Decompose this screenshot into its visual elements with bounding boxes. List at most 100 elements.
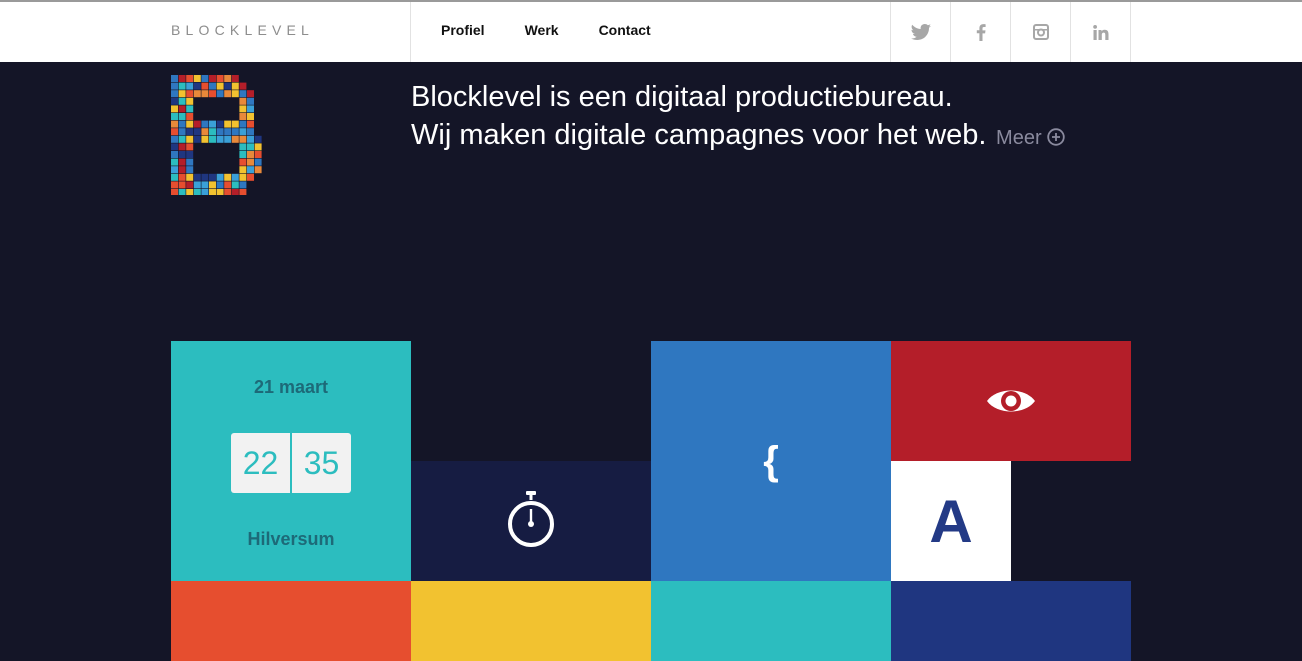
logo-pixel <box>171 166 178 174</box>
facebook-link[interactable] <box>951 2 1011 62</box>
logo-pixel <box>231 90 239 98</box>
logo-pixel <box>201 128 209 136</box>
eye-icon <box>987 390 1035 412</box>
nav-contact[interactable]: Contact <box>599 22 651 42</box>
logo-pixel <box>178 135 186 143</box>
logo-pixel <box>193 128 201 136</box>
logo-pixel <box>209 189 216 195</box>
logo-pixel <box>254 151 262 158</box>
blocklevel-pixel-logo[interactable] <box>171 75 263 195</box>
facebook-icon <box>976 23 986 41</box>
logo-pixel <box>178 113 186 120</box>
logo-pixel <box>239 158 247 166</box>
eye-tile[interactable] <box>891 341 1131 461</box>
logo-pixel <box>201 173 209 181</box>
indigo-tile[interactable] <box>891 581 1131 661</box>
logo-pixel <box>171 181 178 189</box>
logo-pixel <box>224 181 232 189</box>
date-time-tile[interactable]: 21 maart 22 35 Hilversum <box>171 341 411 581</box>
yellow-tile[interactable] <box>411 581 651 661</box>
intro-line-1: Blocklevel is een digitaal productiebure… <box>411 81 953 113</box>
logo-pixel <box>178 189 186 195</box>
intro-line-2-text: Wij maken digitale campagnes voor het we… <box>411 119 987 151</box>
logo-pixel <box>178 166 186 174</box>
logo-pixel <box>247 151 254 158</box>
logo-pixel <box>193 181 201 189</box>
logo-pixel <box>254 135 262 143</box>
logo-pixel <box>231 181 239 189</box>
logo-pixel <box>186 189 194 195</box>
logo-pixel <box>171 158 178 166</box>
logo-pixel <box>201 189 209 195</box>
logo-pixel <box>209 128 216 136</box>
logo-pixel <box>193 82 201 90</box>
logo-pixel <box>216 90 224 98</box>
logo-pixel <box>171 105 178 113</box>
orange-tile[interactable] <box>171 581 411 661</box>
code-tile[interactable]: { <box>651 341 891 581</box>
stopwatch-tile[interactable] <box>411 461 651 581</box>
logo-pixel <box>224 90 232 98</box>
logo-pixel <box>247 128 254 136</box>
logo-pixel <box>178 181 186 189</box>
logo-pixel <box>247 158 254 166</box>
logo-pixel <box>186 105 194 113</box>
logo-pixel <box>171 128 178 136</box>
logo-pixel <box>193 173 201 181</box>
logo-pixel <box>186 166 194 174</box>
code-brace-icon: { <box>763 439 779 483</box>
logo-pixel <box>201 75 209 82</box>
nav-werk[interactable]: Werk <box>525 22 559 42</box>
logo-pixel <box>178 97 186 105</box>
twitter-link[interactable] <box>891 2 951 62</box>
logo-pixel <box>186 181 194 189</box>
logo-pixel <box>178 158 186 166</box>
logo-pixel <box>201 135 209 143</box>
brand-wordmark[interactable]: BLOCKLEVEL <box>171 22 314 38</box>
plus-circle-icon <box>1047 128 1065 146</box>
typography-tile[interactable]: A <box>891 461 1011 581</box>
logo-pixel <box>171 151 178 158</box>
logo-pixel <box>231 75 239 82</box>
logo-pixel <box>186 120 194 128</box>
teal-tile[interactable] <box>651 581 891 661</box>
clock-minute: 35 <box>303 445 340 481</box>
logo-pixel <box>171 75 178 82</box>
logo-pixel <box>247 105 254 113</box>
logo-pixel <box>201 120 209 128</box>
more-label: Meer <box>996 127 1042 149</box>
logo-pixel <box>216 82 224 90</box>
logo-pixel <box>193 90 201 98</box>
logo-pixel <box>216 173 224 181</box>
logo-pixel <box>178 128 186 136</box>
linkedin-link[interactable] <box>1071 2 1131 62</box>
logo-pixel <box>178 120 186 128</box>
logo-pixel <box>209 120 216 128</box>
typography-letter: A <box>929 488 973 555</box>
logo-pixel <box>224 189 232 195</box>
logo-pixel <box>239 135 247 143</box>
logo-pixel <box>231 120 239 128</box>
logo-pixel <box>171 120 178 128</box>
logo-pixel <box>178 143 186 151</box>
logo-pixel <box>247 113 254 120</box>
logo-pixel <box>201 90 209 98</box>
instagram-link[interactable] <box>1011 2 1071 62</box>
logo-pixel <box>186 151 194 158</box>
logo-pixel <box>186 113 194 120</box>
logo-pixel <box>178 105 186 113</box>
logo-pixel <box>178 173 186 181</box>
city-label: Hilversum <box>247 529 335 549</box>
nav-profiel[interactable]: Profiel <box>441 22 485 42</box>
logo-pixel <box>239 105 247 113</box>
logo-pixel <box>209 90 216 98</box>
logo-pixel <box>209 75 216 82</box>
logo-pixel <box>193 135 201 143</box>
logo-pixel <box>239 166 247 174</box>
logo-pixel <box>171 82 178 90</box>
more-link[interactable]: Meer <box>990 127 1065 149</box>
logo-pixel <box>178 82 186 90</box>
logo-pixel <box>171 97 178 105</box>
logo-pixel <box>231 173 239 181</box>
logo-pixel <box>193 120 201 128</box>
